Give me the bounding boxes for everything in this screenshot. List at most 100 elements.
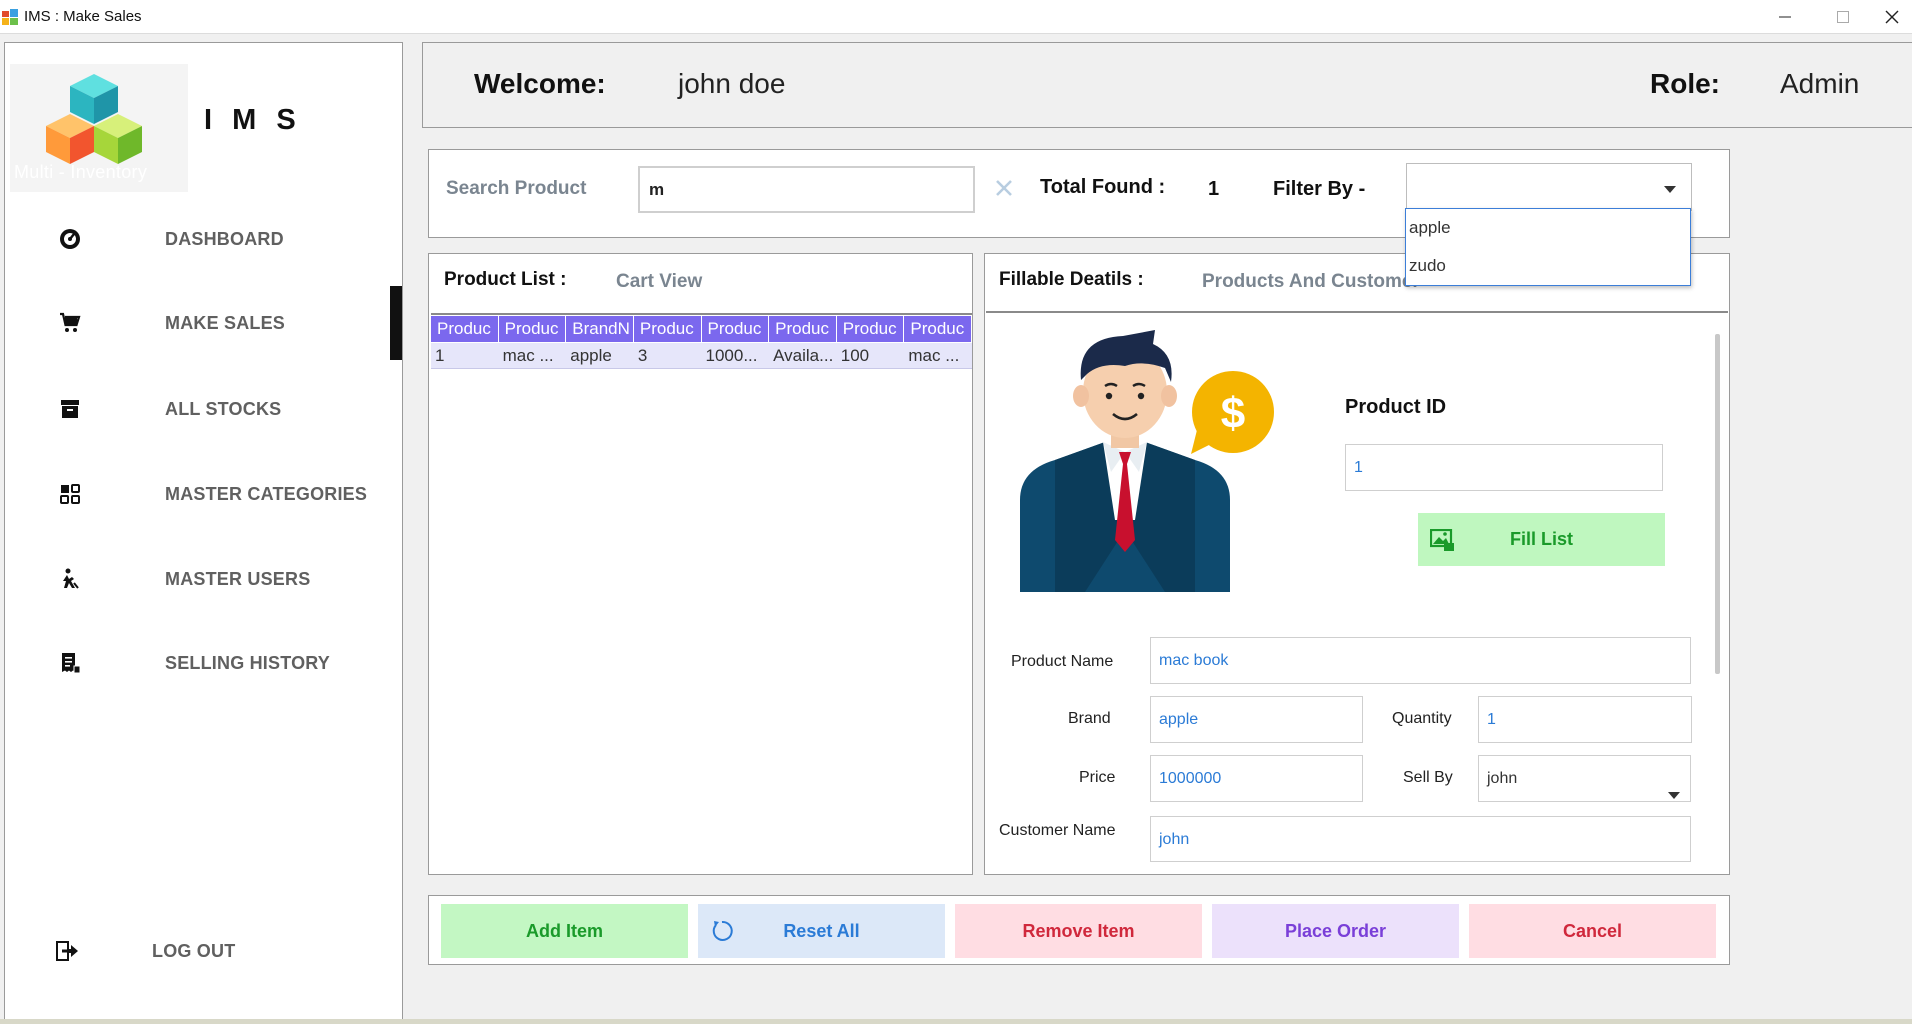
cancel-label: Cancel [1562,920,1623,941]
table-cell: 100 [840,346,870,365]
tab-cart-view[interactable]: Cart View [616,271,702,293]
sidebar-item-master-categories[interactable]: MASTER CATEGORIES [50,469,390,519]
app-name: I M S [204,104,302,136]
logout-icon [46,931,86,971]
sell-by-label: Sell By [1403,769,1453,786]
product-grid-header: Produc Produc BrandN Produc Produc Produ… [431,316,972,342]
table-cell: 1 [435,346,445,365]
reset-all-button[interactable]: Reset All [698,904,945,958]
brand-field[interactable]: apple [1150,696,1363,743]
column-header[interactable]: BrandN [566,316,634,342]
fillable-title: Fillable Deatils : [999,269,1144,290]
logout-label: LOG OUT [152,940,236,961]
table-cell: mac ... [502,346,554,365]
minimize-icon[interactable] [1756,0,1814,34]
user-name: john doe [678,68,786,99]
sidebar-item-label: ALL STOCKS [165,398,282,419]
svg-text:$: $ [1221,389,1245,438]
sell-by-value: john [1487,770,1518,787]
column-header[interactable]: Produc [769,316,837,342]
cancel-button[interactable]: Cancel [1469,904,1716,958]
vertical-scrollbar[interactable] [1715,334,1720,674]
maximize-icon[interactable] [1814,0,1872,34]
filter-dropdown-list: apple zudo [1405,208,1691,286]
total-found-label: Total Found : [1040,176,1166,198]
filter-option[interactable]: zudo [1406,247,1690,285]
sidebar-item-dashboard[interactable]: DASHBOARD [50,214,390,264]
user-admin-icon [50,559,90,599]
product-list-title: Product List : [444,269,567,290]
image-list-icon [1429,528,1454,556]
chevron-down-icon [1667,774,1681,819]
search-label: Search Product [446,178,587,199]
divider [986,311,1728,313]
fill-list-label: Fill List [1510,529,1573,549]
table-cell: Availa... [773,346,834,365]
quantity-field[interactable]: 1 [1478,696,1692,743]
fill-list-button[interactable]: Fill List [1418,513,1665,566]
product-id-field[interactable]: 1 [1345,444,1663,491]
place-order-button[interactable]: Place Order [1212,904,1459,958]
brand-label: Brand [1068,710,1111,727]
sidebar-item-master-users[interactable]: MASTER USERS [50,554,390,604]
salesman-illustration: $ [1015,330,1275,592]
add-item-button[interactable]: Add Item [441,904,688,958]
product-name-field[interactable]: mac book [1150,637,1691,684]
sidebar-item-all-stocks[interactable]: ALL STOCKS [50,384,390,434]
sidebar-item-label: MAKE SALES [165,312,286,333]
dashboard-gauge-icon [50,219,90,259]
status-strip [0,1019,1912,1024]
role-label: Role: [1650,68,1720,99]
column-header[interactable]: Produc [499,316,567,342]
clear-search-icon[interactable] [994,178,1014,203]
customer-name-label: Customer Name [999,822,1116,839]
customer-name-field[interactable]: john [1150,816,1691,862]
filter-select[interactable] [1406,163,1692,211]
tab-products-and-customer[interactable]: Products And Customer [1202,271,1420,293]
column-header[interactable]: Produc [702,316,770,342]
table-cell: 3 [637,346,648,365]
product-id-label: Product ID [1345,396,1447,418]
window-title: IMS : Make Sales [24,8,142,25]
filter-option[interactable]: apple [1406,209,1690,247]
sidebar-item-label: MASTER CATEGORIES [165,483,368,504]
search-input[interactable] [638,166,975,213]
role-value: Admin [1780,68,1860,99]
table-cell: 1000... [705,346,758,365]
window-title-bar: IMS : Make Sales [0,0,1912,34]
sidebar-item-make-sales[interactable]: MAKE SALES [50,298,390,348]
price-field[interactable]: 1000000 [1150,755,1363,802]
remove-item-label: Remove Item [1022,920,1135,941]
sidebar-item-selling-history[interactable]: SELLING HISTORY [50,638,390,688]
column-header[interactable]: Produc [634,316,702,342]
welcome-label: Welcome: [474,68,606,99]
column-header[interactable]: Produc [431,316,499,342]
close-window-icon[interactable] [1872,0,1912,34]
logout-button[interactable]: LOG OUT [46,926,386,976]
filter-label: Filter By - [1273,178,1366,200]
sidebar-item-label: DASHBOARD [165,228,284,249]
quantity-label: Quantity [1392,710,1452,727]
reset-all-label: Reset All [783,920,860,941]
receipt-icon [50,643,90,683]
sell-by-select[interactable]: john [1478,755,1691,802]
logo-caption: Multi - Inventory [14,162,148,182]
refresh-icon [710,919,734,948]
table-cell: apple [570,346,612,365]
archive-icon [50,389,90,429]
price-label: Price [1079,769,1116,786]
column-header[interactable]: Produc [837,316,905,342]
sidebar-item-label: SELLING HISTORY [165,652,331,673]
active-item-indicator [390,286,402,360]
product-name-label: Product Name [1011,653,1114,670]
cart-icon [50,303,90,343]
add-item-label: Add Item [525,920,603,941]
grid-categories-icon [50,474,90,514]
table-cell: mac ... [908,346,960,365]
app-window-icon [2,9,18,25]
column-header[interactable]: Produc [904,316,972,342]
chevron-down-icon [1663,182,1677,200]
table-row[interactable]: 1 mac ... apple 3 1000... Availa... 100 … [431,343,972,369]
remove-item-button[interactable]: Remove Item [955,904,1202,958]
divider [431,313,972,315]
